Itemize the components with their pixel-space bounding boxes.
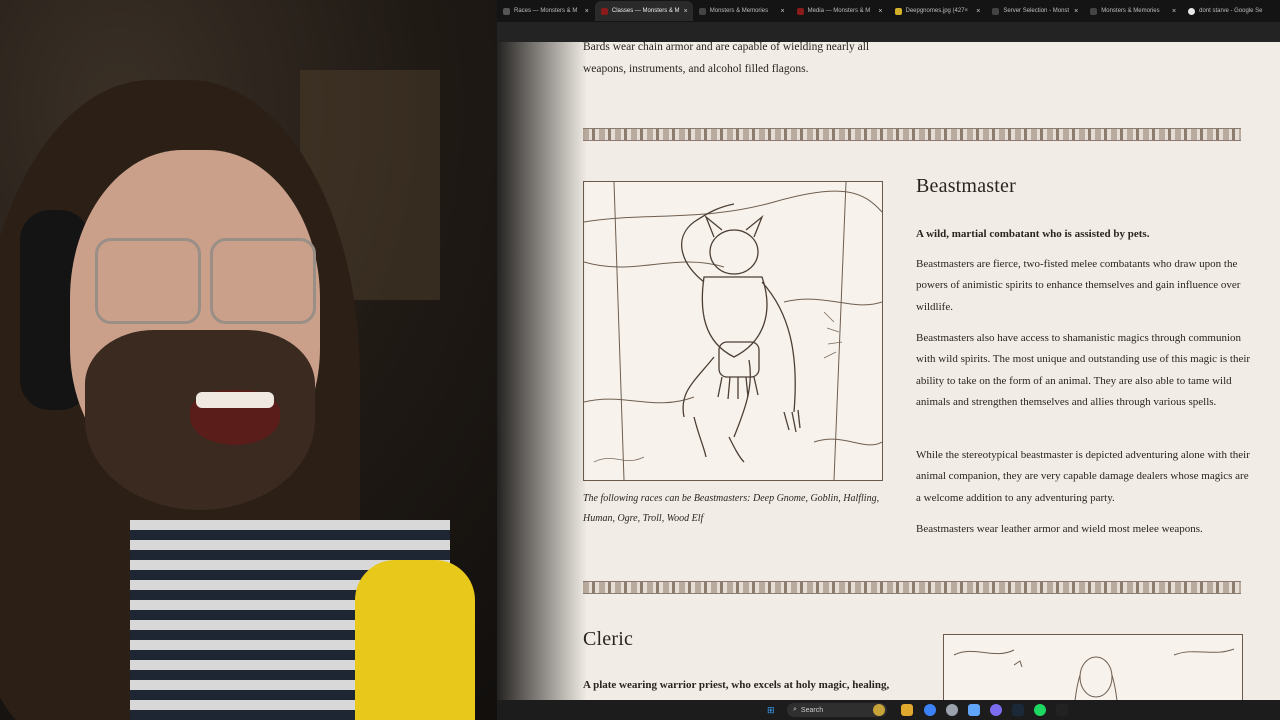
google-icon — [1188, 7, 1196, 15]
app-icon[interactable] — [946, 704, 958, 716]
cleric-heading: Cleric — [583, 628, 634, 650]
tab-favicon-icon — [1090, 7, 1098, 15]
tab-favicon-icon — [992, 7, 1000, 15]
tab-favicon-icon — [698, 7, 706, 15]
browser-tab-active[interactable]: Classes — Monsters & M × — [594, 1, 693, 21]
close-icon[interactable]: × — [684, 8, 688, 15]
chrome-icon[interactable] — [924, 704, 936, 716]
spotify-icon[interactable] — [1034, 704, 1046, 716]
app-icon[interactable] — [968, 704, 980, 716]
browser-tab[interactable]: Server Selection - Monst × — [986, 1, 1084, 21]
windows-taskbar: ⊞ ⌕ Search — [497, 700, 1280, 720]
browser-tab[interactable]: Deepgnomes.jpg (427× × — [889, 1, 987, 21]
discord-icon[interactable] — [990, 704, 1002, 716]
beastmaster-heading: Beastmaster — [916, 175, 1016, 197]
beastmaster-paragraph: Beastmasters also have access to shamani… — [916, 332, 1251, 408]
widget-icon[interactable] — [873, 704, 885, 716]
close-icon[interactable]: × — [1074, 8, 1078, 15]
microphone — [355, 560, 475, 720]
tab-favicon-icon — [600, 7, 608, 15]
cleric-sketch-icon — [953, 648, 1235, 700]
page-left-shadow — [497, 42, 587, 700]
cleric-illustration — [943, 634, 1243, 700]
taskbar-search[interactable]: ⌕ Search — [787, 703, 887, 717]
ornamental-divider — [583, 581, 1241, 594]
browser-tab-bar: Races — Monsters & M × Classes — Monsters… — [497, 0, 1280, 22]
bard-intro-text: Bards wear chain armor and are capable o… — [583, 42, 870, 75]
browser-tab[interactable]: Races — Monsters & M × — [497, 1, 595, 21]
beastmaster-paragraph: Beastmasters are fierce, two-fisted mele… — [916, 258, 1241, 313]
browser-tab[interactable]: Media — Monsters & M × — [791, 1, 889, 21]
ornamental-divider — [583, 128, 1241, 141]
browser-tab[interactable]: Monsters & Memories × — [693, 1, 791, 21]
tab-favicon-icon — [503, 7, 510, 15]
browser-tab[interactable]: dont starve - Google Se — [1182, 1, 1280, 21]
beastmaster-paragraph: While the stereotypical beastmaster is d… — [916, 449, 1250, 504]
close-icon[interactable]: × — [878, 8, 882, 15]
close-icon[interactable]: × — [976, 8, 980, 15]
tab-favicon-icon — [796, 7, 804, 15]
browser-toolbar — [497, 22, 1280, 42]
cleric-tagline: A plate wearing warrior priest, who exce… — [583, 679, 890, 691]
search-icon: ⌕ — [793, 706, 797, 713]
glasses-right-lens — [210, 238, 316, 324]
beastmaster-paragraph: Beastmasters wear leather armor and wiel… — [916, 523, 1203, 535]
beastmaster-sketch-icon — [584, 182, 882, 480]
browser-tab[interactable]: Monsters & Memories × — [1084, 1, 1182, 21]
steam-icon[interactable] — [1012, 704, 1024, 716]
file-explorer-icon[interactable] — [901, 704, 913, 716]
beastmaster-tagline: A wild, martial combatant who is assiste… — [916, 228, 1150, 240]
tab-favicon-icon — [894, 7, 902, 15]
beastmaster-races-caption: The following races can be Beastmasters:… — [583, 493, 880, 524]
windows-start-icon[interactable]: ⊞ — [767, 705, 777, 715]
close-icon[interactable]: × — [1172, 8, 1176, 15]
web-page: Bards wear chain armor and are capable o… — [497, 42, 1280, 700]
streamer-teeth — [196, 392, 274, 408]
close-icon[interactable]: × — [781, 8, 785, 15]
beastmaster-illustration — [583, 181, 883, 481]
app-icon[interactable] — [1056, 704, 1068, 716]
glasses-left-lens — [95, 238, 201, 324]
close-icon[interactable]: × — [585, 8, 589, 15]
